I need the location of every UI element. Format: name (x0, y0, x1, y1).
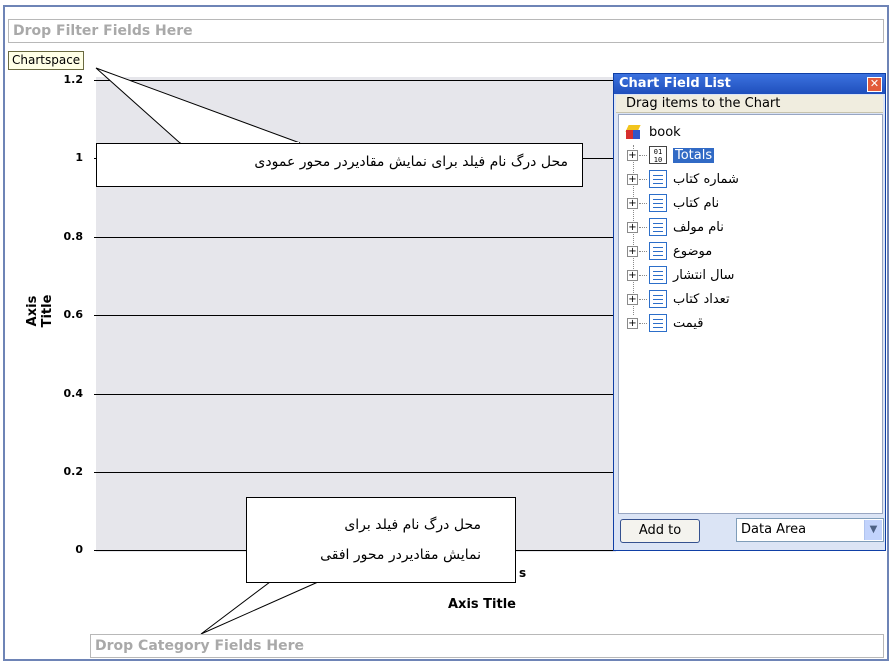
filter-drop-zone[interactable]: Drop Filter Fields Here (8, 19, 884, 43)
panel-footer: Add to Data Area ▼ (616, 516, 884, 548)
y-tick-label: 0.4 (63, 387, 84, 400)
chartspace-label: Chartspace (8, 51, 85, 70)
gridline (94, 80, 618, 81)
gridline (94, 315, 618, 316)
tree-item-field[interactable]: + نام کتاب (627, 193, 719, 213)
tree-root-book[interactable]: book (625, 122, 681, 142)
tree-item-field[interactable]: + شماره کتاب (627, 169, 739, 189)
y-tick-label: 0.8 (63, 230, 84, 243)
category-drop-zone[interactable]: Drop Category Fields Here (90, 634, 884, 658)
field-icon (649, 314, 667, 332)
tree-item-label: Totals (673, 147, 715, 163)
gridline (94, 394, 618, 395)
gridline (94, 472, 618, 473)
totals-icon: 01 10 (649, 146, 667, 164)
horizontal-axis-callout-line1: محل درگ نام فیلد برای (344, 517, 481, 533)
expand-icon[interactable]: + (627, 149, 638, 161)
category-drop-zone-label: Drop Category Fields Here (95, 638, 304, 654)
area-select[interactable]: Data Area ▼ (736, 518, 884, 542)
horizontal-axis-callout-line2: نمایش مقادیردر محور افقی (320, 547, 481, 563)
chart-field-list-panel: Chart Field List ✕ Drag items to the Cha… (613, 73, 886, 551)
panel-titlebar[interactable]: Chart Field List ✕ (614, 74, 885, 94)
x-axis-title[interactable]: Axis Title (448, 597, 516, 612)
y-tick-label: 1.2 (63, 73, 84, 86)
expand-icon[interactable]: + (627, 173, 638, 185)
field-tree[interactable]: book + 01 10 Totals + شماره کتاب + نام ک… (618, 114, 883, 514)
expand-icon[interactable]: + (627, 293, 638, 305)
tree-item-label: شماره کتاب (673, 171, 739, 187)
horizontal-axis-callout: محل درگ نام فیلد برای نمایش مقادیردر محو… (246, 497, 516, 583)
expand-icon[interactable]: + (627, 221, 638, 233)
cube-icon (625, 124, 641, 140)
field-icon (649, 266, 667, 284)
tree-item-label: موضوع (673, 243, 713, 259)
tree-item-label: نام کتاب (673, 195, 720, 211)
field-icon (649, 194, 667, 212)
area-select-value: Data Area (741, 522, 807, 537)
tree-item-field[interactable]: + نام مولف (627, 217, 724, 237)
tree-item-totals[interactable]: + 01 10 Totals (627, 145, 715, 165)
field-icon (649, 170, 667, 188)
tree-item-label: تعداد کتاب (673, 291, 730, 307)
expand-icon[interactable]: + (627, 245, 638, 257)
add-to-button[interactable]: Add to (620, 519, 700, 543)
field-icon (649, 290, 667, 308)
expand-icon[interactable]: + (627, 317, 638, 329)
panel-instructions: Drag items to the Chart (616, 95, 883, 113)
tree-root-label: book (649, 124, 681, 140)
y-tick-label: 1 (75, 151, 83, 164)
field-icon (649, 242, 667, 260)
filter-drop-zone-label: Drop Filter Fields Here (13, 23, 193, 39)
tree-item-label: نام مولف (673, 219, 724, 235)
tree-item-field[interactable]: + تعداد کتاب (627, 289, 730, 309)
vertical-axis-callout-text: محل درگ نام فیلد برای نمایش مقادیردر محو… (254, 154, 568, 170)
tree-item-field[interactable]: + موضوع (627, 241, 712, 261)
chevron-down-icon[interactable]: ▼ (864, 520, 882, 540)
panel-title: Chart Field List (619, 76, 731, 91)
vertical-axis-callout: محل درگ نام فیلد برای نمایش مقادیردر محو… (96, 143, 583, 187)
gridline (94, 237, 618, 238)
tree-item-label: سال انتشار (673, 267, 735, 283)
field-icon (649, 218, 667, 236)
y-tick-label: 0.2 (63, 465, 84, 478)
y-tick-label: 0 (75, 543, 83, 556)
y-axis-title[interactable]: Axis Title (25, 281, 55, 341)
chart-designer-window: Drop Filter Fields Here Chartspace 1.2 1… (0, 0, 891, 663)
tree-item-field[interactable]: + قیمت (627, 313, 703, 333)
x-axis-label-fragment: s (519, 566, 527, 580)
expand-icon[interactable]: + (627, 269, 638, 281)
expand-icon[interactable]: + (627, 197, 638, 209)
tree-item-label: قیمت (673, 315, 704, 331)
close-icon[interactable]: ✕ (867, 77, 882, 92)
tree-item-field[interactable]: + سال انتشار (627, 265, 734, 285)
